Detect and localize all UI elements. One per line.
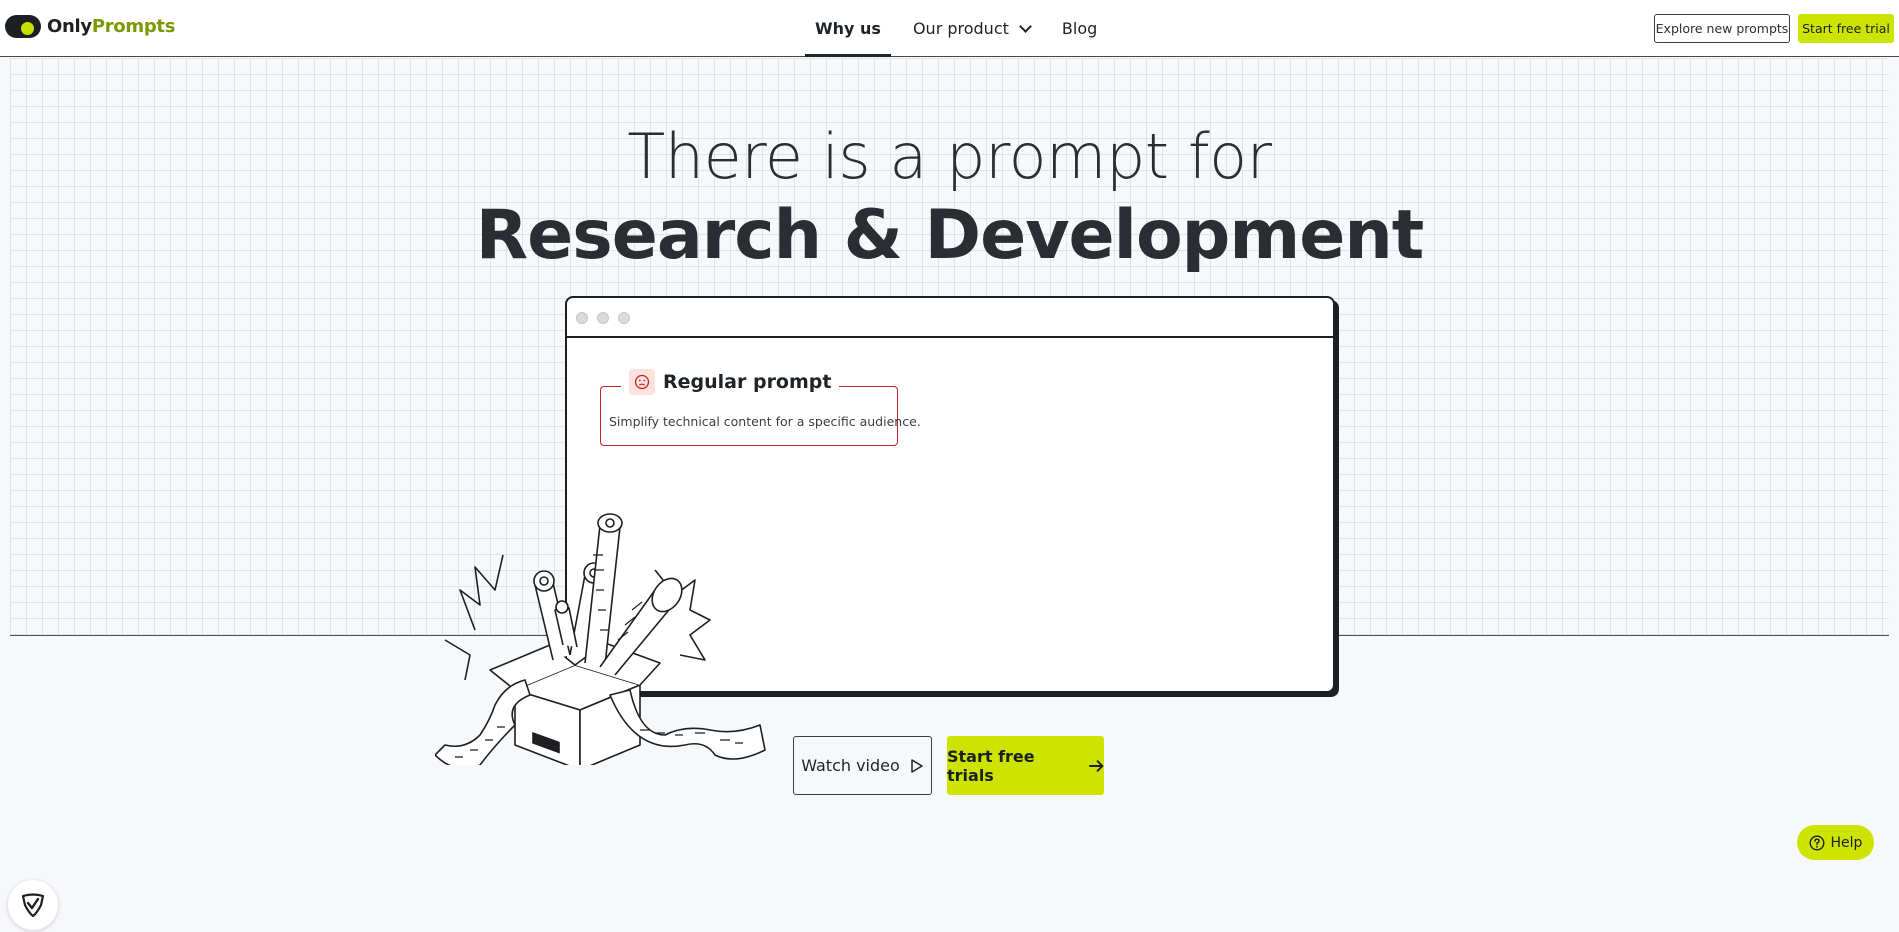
logo-text-prompts: Prompts — [91, 16, 176, 37]
sad-face-icon — [629, 369, 655, 395]
hero-title-line1: There is a prompt for — [627, 120, 1272, 193]
nav-blog[interactable]: Blog — [1052, 0, 1107, 57]
start-free-trials-button[interactable]: Start free trials — [947, 736, 1104, 795]
window-dot-icon — [576, 312, 588, 324]
logo-toggle-icon — [5, 15, 41, 38]
hero-title-line2: Research & Development — [475, 196, 1424, 275]
nav-blog-label: Blog — [1061, 19, 1098, 38]
papers-box-illustration — [435, 513, 766, 765]
prompt-card-title: Regular prompt — [663, 371, 832, 393]
accessibility-badge[interactable] — [8, 880, 58, 930]
main-nav: Why us Our product Blog — [805, 0, 1119, 57]
start-free-trials-label: Start free trials — [947, 746, 1035, 785]
shield-check-icon — [21, 893, 45, 918]
logo-text-only: Only — [47, 16, 92, 37]
nav-our-product-label: Our product — [912, 19, 1009, 38]
top-header: OnlyPrompts Why us Our product Blog Expl… — [0, 0, 1899, 57]
start-free-trial-button[interactable]: Start free trial — [1798, 14, 1894, 43]
window-dot-icon — [597, 312, 609, 324]
logo[interactable]: OnlyPrompts — [5, 15, 175, 38]
watch-video-label: Watch video — [801, 756, 900, 775]
prompt-card-header: Regular prompt — [621, 369, 840, 395]
regular-prompt-card: Regular prompt Simplify technical conten… — [600, 369, 921, 446]
explore-prompts-button[interactable]: Explore new prompts — [1654, 14, 1790, 43]
window-titlebar — [567, 298, 1333, 338]
nav-our-product[interactable]: Our product — [903, 0, 1040, 57]
arrow-right-icon — [1088, 759, 1104, 772]
watch-video-button[interactable]: Watch video — [793, 736, 932, 795]
question-icon — [1809, 834, 1825, 851]
nav-why-us[interactable]: Why us — [805, 0, 891, 57]
window-dot-icon — [618, 312, 630, 324]
chevron-down-icon — [1019, 19, 1032, 33]
play-icon — [911, 758, 923, 773]
help-label: Help — [1830, 834, 1863, 851]
help-button[interactable]: Help — [1797, 825, 1874, 860]
nav-why-us-label: Why us — [815, 19, 881, 38]
prompt-card-text: Simplify technical content for a specifi… — [609, 414, 921, 429]
logo-text: OnlyPrompts — [47, 16, 175, 37]
